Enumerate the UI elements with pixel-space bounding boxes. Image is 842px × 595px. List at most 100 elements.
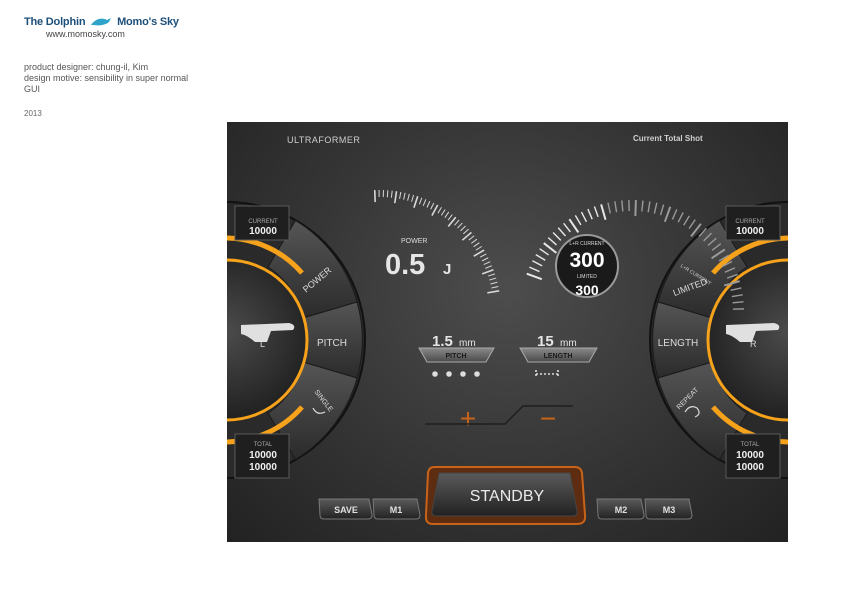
power-gauge-tick (489, 277, 497, 281)
length-label: LENGTH (544, 353, 573, 360)
designer-text: product designer: chung-il, Kim (24, 62, 149, 72)
power-gauge-tick (407, 193, 410, 201)
shot-gauge-tick (568, 218, 580, 233)
shot-gauge-tick (683, 215, 690, 226)
power-label: POWER (401, 238, 427, 245)
shot-gauge-tick (600, 204, 607, 220)
pitch-dot (460, 371, 466, 377)
standby-button[interactable]: STANDBY (424, 466, 587, 525)
device-screen: ULTRAFORMER Current Total Shot L CURRENT… (227, 122, 788, 542)
power-value: 0.5 (385, 249, 425, 281)
ultraformer-logo: ULTRAFORMER (287, 135, 360, 145)
power-gauge-tick (440, 209, 446, 216)
shot-gauge-tick (634, 200, 637, 217)
left-total-label: TOTAL (254, 442, 273, 448)
plus-button[interactable]: + (460, 403, 476, 434)
right-current-value: 10000 (736, 226, 764, 237)
pitch-control[interactable]: 1.5 mm PITCH (418, 333, 495, 377)
left-current-value: 10000 (249, 226, 277, 237)
shot-gauge-tick (587, 208, 593, 220)
pitch-value: 1.5 (432, 333, 453, 350)
power-gauge-tick (454, 219, 460, 226)
power-gauge-tick (490, 281, 498, 285)
power-gauge-tick (399, 191, 402, 199)
save-button[interactable]: SAVE (318, 498, 373, 520)
power-gauge-tick (487, 290, 500, 294)
right-total-label: TOTAL (741, 442, 760, 448)
pitch-unit: mm (459, 338, 476, 349)
right-handpiece-label: R (750, 339, 757, 349)
power-gauge-tick (418, 197, 423, 205)
shot-gauge-tick (580, 211, 588, 223)
shot-gauge-tick (621, 200, 624, 212)
right-menu-length-label: LENGTH (658, 338, 699, 349)
left-menu-pitch-label: PITCH (317, 338, 347, 349)
brand-title: The Dolphin Momo's Sky (24, 16, 184, 28)
power-gauge-tick (485, 265, 493, 269)
power-gauge[interactable]: POWER 0.5 J (373, 189, 500, 294)
left-total-value-1: 10000 (249, 450, 277, 461)
standby-button-label: STANDBY (470, 488, 545, 505)
shot-gauge-tick (607, 202, 611, 214)
right-total-value-1: 10000 (736, 450, 764, 461)
left-total-value-2: 10000 (249, 462, 277, 473)
power-gauge-tick (488, 273, 496, 277)
power-gauge-tick (473, 249, 485, 257)
left-current-label: CURRENT (248, 219, 278, 225)
motive-text: design motive: sensibility in super norm… (24, 73, 189, 83)
minus-button[interactable]: − (540, 403, 556, 434)
length-control[interactable]: 15 mm LENGTH (519, 333, 598, 378)
shot-limited-value: 300 (575, 282, 599, 298)
type-text: GUI (24, 84, 41, 94)
shot-gauge-tick (563, 222, 571, 233)
shot-limited-label: LIMITED (577, 274, 597, 280)
shot-gauge-tick (547, 237, 557, 246)
power-gauge-tick (481, 269, 494, 275)
power-gauge-tick (413, 196, 419, 208)
length-unit: mm (560, 338, 577, 349)
year-text: 2013 (24, 109, 42, 118)
brand-name-right: Momo's Sky (117, 16, 179, 28)
right-dial: R CURRENT 10000 TOTAL 10000 10000 L+R CU… (649, 201, 788, 479)
current-total-shot-label: Current Total Shot (633, 134, 703, 143)
power-gauge-tick (483, 261, 491, 266)
shot-gauge-tick (593, 206, 599, 218)
shot-current-value: 300 (569, 249, 604, 272)
power-gauge-tick (431, 204, 439, 216)
power-gauge-tick (475, 245, 483, 251)
power-gauge-tick (470, 238, 478, 244)
m2-button[interactable]: M2 (596, 498, 645, 520)
right-total-value-2: 10000 (736, 462, 764, 473)
shot-current-label: L+R CURRENT (569, 241, 604, 247)
m2-button-label: M2 (615, 505, 628, 515)
power-gauge-tick (491, 286, 499, 289)
m3-button[interactable]: M3 (644, 498, 693, 520)
left-dial: L CURRENT 10000 TOTAL 10000 10000 POWER … (227, 201, 366, 479)
m1-button[interactable]: M1 (372, 498, 421, 520)
shot-gauge-tick (552, 232, 562, 241)
power-gauge-tick (393, 191, 398, 204)
shot-gauge-tick (526, 272, 543, 281)
power-gauge-tick (473, 242, 480, 248)
power-gauge-tick (403, 192, 406, 200)
power-gauge-tick (460, 225, 466, 232)
pitch-dot (446, 371, 452, 377)
shot-gauge-tick (574, 215, 582, 226)
shot-gauge-tick (653, 202, 658, 214)
pitch-dot (432, 371, 438, 377)
shot-gauge-tick (732, 301, 744, 304)
power-gauge-tick (430, 202, 435, 210)
left-handpiece-label: L (260, 339, 265, 349)
shot-gauge-tick (543, 242, 557, 254)
m1-button-label: M1 (390, 505, 403, 515)
shot-gauge-tick (659, 204, 665, 216)
save-button-label: SAVE (334, 505, 358, 515)
dolphin-icon (91, 18, 112, 26)
brand-url[interactable]: www.momosky.com (46, 29, 184, 39)
shot-gauge-tick (688, 219, 696, 230)
project-info: product designer: chung-il, Kim design m… (24, 62, 188, 95)
power-gauge-tick (390, 190, 393, 198)
brand-header: The Dolphin Momo's Sky www.momosky.com (24, 16, 184, 39)
power-gauge-tick (444, 211, 450, 218)
shot-gauge-tick (529, 266, 540, 273)
